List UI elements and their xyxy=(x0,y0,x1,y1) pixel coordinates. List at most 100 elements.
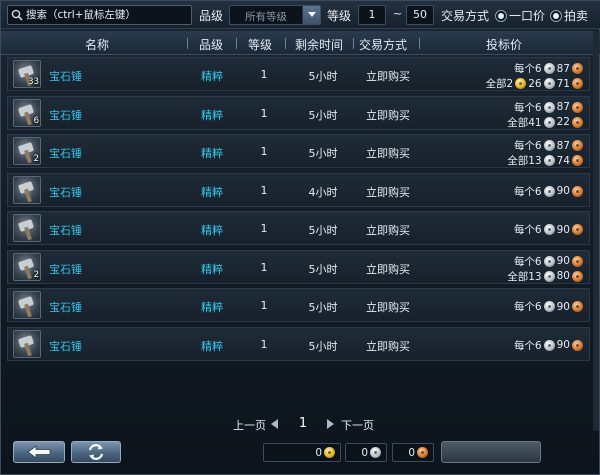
item-grade: 精粹 xyxy=(201,224,223,237)
column-header-time[interactable]: 剩余时间 xyxy=(295,36,343,53)
radio-auction-dot[interactable] xyxy=(550,9,562,22)
price-each-label: 每个6 xyxy=(513,301,542,313)
listing-row[interactable]: 2 宝石锤 精粹 1 5小时 立即购买 每个6 87 全部13 74 xyxy=(7,134,590,168)
pagination: 上一页 1 下一页 xyxy=(233,416,383,434)
silver-coin-icon xyxy=(543,185,555,197)
item-name[interactable]: 宝石锤 xyxy=(49,222,82,238)
table-header: 名称 品级 等级 剩余时间 交易方式 投标价 xyxy=(1,31,600,55)
gem-hammer-icon[interactable]: 2 xyxy=(13,137,41,165)
item-name[interactable]: 宝石锤 xyxy=(49,299,82,315)
item-time-left: 5小时 xyxy=(308,108,338,122)
listing-row[interactable]: 6 宝石锤 精粹 1 5小时 立即购买 每个6 87 全部41 22 xyxy=(7,95,590,130)
level-range-separator: ~ xyxy=(393,7,403,20)
column-header-price[interactable]: 投标价 xyxy=(486,36,522,53)
refresh-button[interactable] xyxy=(71,441,121,463)
gem-hammer-icon[interactable]: 2 xyxy=(13,252,41,281)
prev-page-link[interactable]: 上一页 xyxy=(233,417,266,433)
listing-row[interactable]: 宝石锤 精粹 1 5小时 立即购买 每个6 90 xyxy=(7,211,590,245)
item-trade-type: 立即购买 xyxy=(366,339,410,353)
item-name[interactable]: 宝石锤 xyxy=(49,338,82,354)
item-level: 1 xyxy=(260,337,268,351)
silver-coin-icon xyxy=(370,447,381,458)
item-time-left: 4小时 xyxy=(308,185,338,199)
next-page-link[interactable]: 下一页 xyxy=(341,417,374,433)
arrow-left-icon[interactable] xyxy=(271,419,278,429)
item-name[interactable]: 宝石锤 xyxy=(49,261,82,277)
filter-bar: 品级 所有等级 等级 1 ~ 50 交易方式 一口价 拍卖 xyxy=(1,1,600,29)
action-button[interactable] xyxy=(441,441,541,463)
silver-coin-icon xyxy=(543,140,555,151)
scrollbar-track[interactable] xyxy=(593,31,599,431)
gem-hammer-icon[interactable] xyxy=(13,175,41,204)
item-name[interactable]: 宝石锤 xyxy=(49,107,82,123)
item-name[interactable]: 宝石锤 xyxy=(49,145,82,161)
listing-row[interactable]: 33 宝石锤 精粹 1 5小时 立即购买 每个6 87 全部2 26 71 xyxy=(7,57,590,91)
column-header-grade[interactable]: 品级 xyxy=(199,36,223,53)
copper-coin-icon xyxy=(572,224,583,235)
gem-hammer-icon[interactable]: 6 xyxy=(13,98,41,127)
chevron-down-icon[interactable] xyxy=(302,6,320,24)
column-divider xyxy=(353,38,354,49)
price-each: 每个6 87 xyxy=(514,61,585,76)
current-page: 1 xyxy=(298,416,308,431)
copper-coin-icon xyxy=(572,78,583,89)
level-max-input[interactable]: 50 xyxy=(406,5,434,25)
listing-row[interactable]: 2 宝石锤 精粹 1 5小时 立即购买 每个6 90 全部13 80 xyxy=(7,249,590,284)
radio-auction[interactable]: 拍卖 xyxy=(550,7,588,24)
item-time-left: 5小时 xyxy=(308,262,338,276)
copper-coin-icon xyxy=(572,270,583,282)
silver-coin-icon xyxy=(543,255,555,267)
radio-fixed-price-label: 一口价 xyxy=(509,9,546,23)
grade-select[interactable]: 所有等级 xyxy=(229,5,321,25)
item-time-left: 5小时 xyxy=(308,70,338,83)
item-trade-type: 立即购买 xyxy=(366,108,410,122)
listing-row[interactable]: 宝石锤 精粹 1 5小时 立即购买 每个6 90 xyxy=(7,288,590,322)
price-silver: 22 xyxy=(556,116,570,128)
copper-coin-icon xyxy=(572,301,583,312)
copper-amount: 0 xyxy=(408,446,415,459)
price-each: 每个6 87 xyxy=(514,138,585,153)
column-header-trade[interactable]: 交易方式 xyxy=(359,36,407,53)
radio-auction-label: 拍卖 xyxy=(564,9,589,23)
gold-amount-field[interactable]: 0 xyxy=(263,443,341,462)
price-each: 每个6 87 xyxy=(514,100,585,115)
item-quantity: 33 xyxy=(28,77,39,87)
gem-hammer-icon[interactable] xyxy=(13,291,41,319)
gem-hammer-icon[interactable]: 33 xyxy=(13,60,41,88)
search-box[interactable] xyxy=(7,5,192,25)
item-time-left: 5小时 xyxy=(308,339,338,353)
item-level: 1 xyxy=(260,145,268,158)
column-divider xyxy=(236,38,237,49)
copper-coin-icon xyxy=(572,63,583,74)
column-header-level[interactable]: 等级 xyxy=(248,36,272,53)
item-grade: 精粹 xyxy=(201,301,223,314)
listing-row[interactable]: 宝石锤 精粹 1 5小时 立即购买 每个6 90 xyxy=(7,326,590,361)
level-min-input[interactable]: 1 xyxy=(358,5,386,25)
item-time-left: 5小时 xyxy=(308,224,338,237)
price-silver: 90 xyxy=(556,255,570,267)
copper-amount-field[interactable]: 0 xyxy=(392,443,434,462)
radio-fixed-price[interactable]: 一口价 xyxy=(495,7,545,24)
item-name[interactable]: 宝石锤 xyxy=(49,68,82,84)
back-button[interactable] xyxy=(13,441,65,463)
silver-amount-field[interactable]: 0 xyxy=(345,443,387,462)
silver-coin-icon xyxy=(543,301,555,312)
column-header-name[interactable]: 名称 xyxy=(85,36,109,53)
item-level: 1 xyxy=(260,299,268,312)
gem-hammer-icon[interactable] xyxy=(13,214,41,242)
copper-coin-icon xyxy=(572,339,583,351)
price-silver: 87 xyxy=(556,62,570,75)
gem-hammer-icon[interactable] xyxy=(13,329,41,358)
price-each: 每个6 90 xyxy=(514,184,585,199)
search-input[interactable] xyxy=(26,9,191,21)
item-name[interactable]: 宝石锤 xyxy=(49,184,82,200)
item-level: 1 xyxy=(260,68,268,81)
price-total: 全部2 26 71 xyxy=(486,76,585,91)
auction-window: 品级 所有等级 等级 1 ~ 50 交易方式 一口价 拍卖 名称 品级 等级 剩… xyxy=(0,0,600,475)
radio-fixed-price-dot[interactable] xyxy=(495,9,507,22)
price-silver: 74 xyxy=(556,154,570,167)
listing-row[interactable]: 宝石锤 精粹 1 4小时 立即购买 每个6 90 xyxy=(7,172,590,207)
silver-coin-icon xyxy=(543,116,555,128)
price-silver: 90 xyxy=(556,300,570,313)
arrow-right-icon[interactable] xyxy=(327,419,334,429)
